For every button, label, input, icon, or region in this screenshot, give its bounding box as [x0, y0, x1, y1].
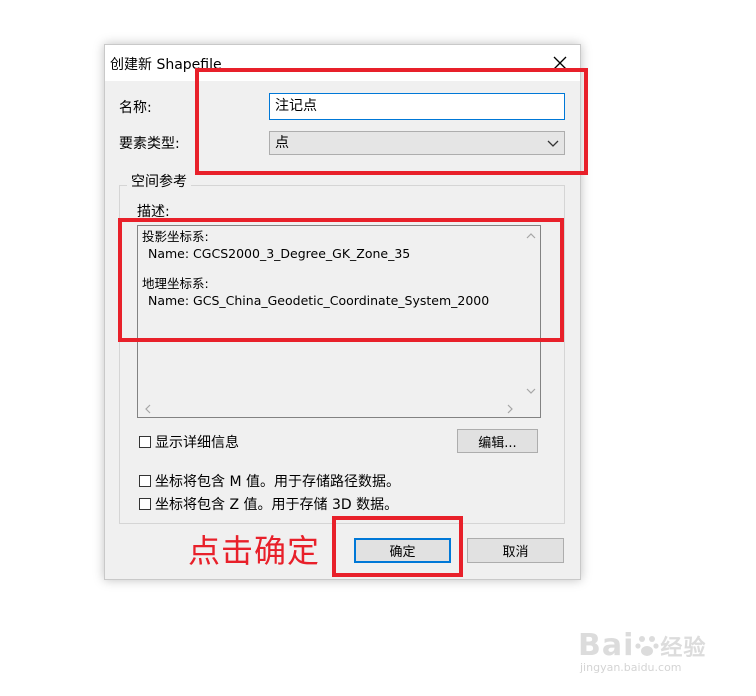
baidu-watermark: Bai 经验 jingyan.baidu.com	[578, 628, 706, 674]
z-values-label: 坐标将包含 Z 值。用于存储 3D 数据。	[155, 497, 399, 513]
z-values-checkbox[interactable]	[139, 498, 151, 510]
annotation-box-name-type	[195, 68, 588, 175]
cancel-button[interactable]: 取消	[467, 538, 564, 563]
annotation-box-description	[118, 218, 564, 342]
spatial-reference-legend: 空间参考	[127, 171, 191, 191]
annotation-box-ok	[332, 516, 463, 577]
feature-type-label: 要素类型:	[119, 136, 180, 152]
scroll-right-icon[interactable]	[506, 404, 514, 414]
scroll-down-icon[interactable]	[526, 387, 536, 395]
watermark-logo: Bai 经验	[578, 628, 707, 663]
m-values-checkbox-row[interactable]: 坐标将包含 M 值。用于存储路径数据。	[139, 471, 400, 491]
show-details-checkbox[interactable]	[139, 436, 151, 448]
show-details-label: 显示详细信息	[155, 435, 239, 451]
show-details-checkbox-row[interactable]: 显示详细信息	[139, 432, 239, 452]
m-values-checkbox[interactable]	[139, 475, 151, 487]
annotation-text: 点击确定	[188, 532, 321, 570]
horizontal-scrollbar[interactable]	[138, 399, 522, 417]
m-values-label: 坐标将包含 M 值。用于存储路径数据。	[155, 474, 400, 490]
z-values-checkbox-row[interactable]: 坐标将包含 Z 值。用于存储 3D 数据。	[139, 494, 398, 514]
name-label: 名称:	[119, 100, 152, 116]
paw-icon	[635, 636, 660, 656]
scroll-left-icon[interactable]	[144, 404, 152, 414]
page: 创建新 Shapefile 名称: 注记点 要素类型: 点 空间参考 描述: 投…	[0, 0, 756, 696]
edit-button[interactable]: 编辑...	[457, 429, 538, 453]
